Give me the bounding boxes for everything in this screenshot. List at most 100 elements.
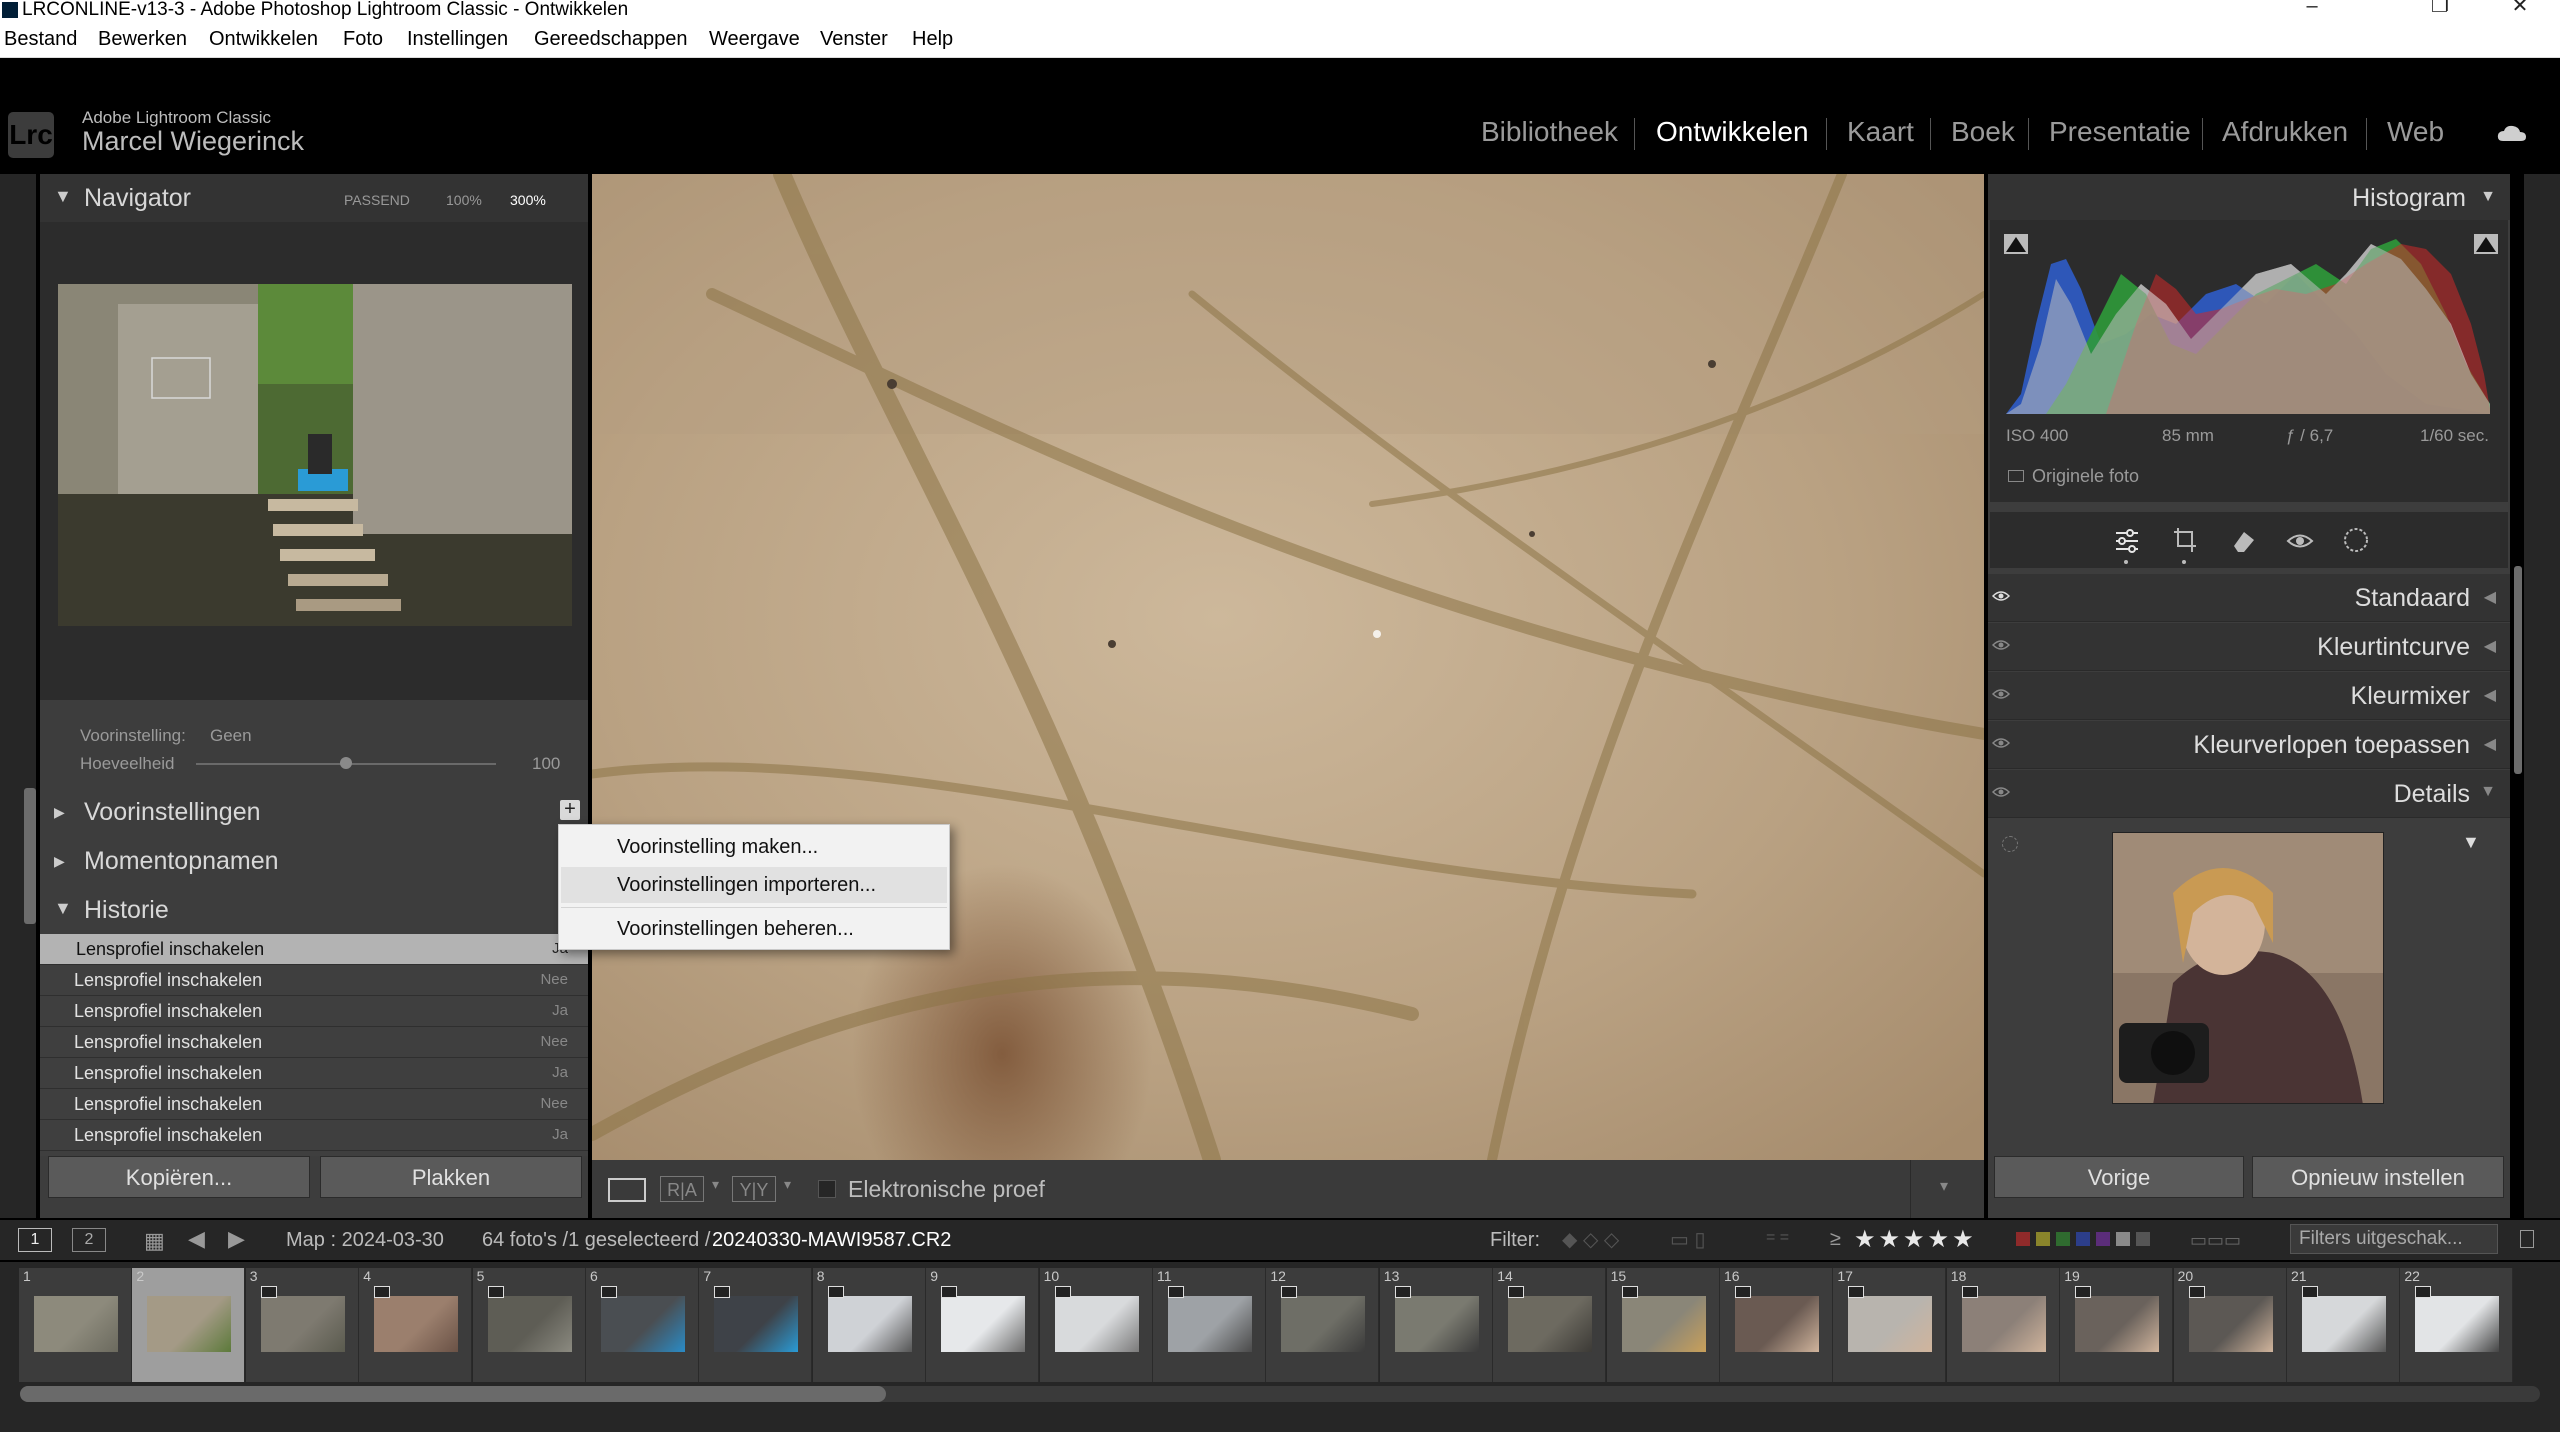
color-label-gray[interactable] [2116, 1232, 2130, 1246]
panel-tone-curve[interactable]: Kleurtintcurve ◀ [1988, 623, 2510, 671]
main-window-button[interactable]: 1 [18, 1228, 52, 1252]
module-kaart[interactable]: Kaart [1847, 116, 1914, 148]
amount-slider-knob[interactable] [340, 757, 352, 769]
filter-preset-select[interactable]: Filters uitgeschak... [2290, 1224, 2498, 1254]
menu-bewerken[interactable]: Bewerken [98, 28, 187, 51]
eye-icon[interactable] [1992, 590, 2010, 602]
history-item[interactable]: Lensprofiel inschakelen Nee [40, 965, 588, 996]
before-after-button[interactable]: R|A [660, 1176, 704, 1202]
left-edge-strip[interactable] [0, 174, 36, 1218]
module-ontwikkelen[interactable]: Ontwikkelen [1656, 116, 1809, 148]
soft-proof-checkbox[interactable] [818, 1180, 836, 1198]
filmstrip-scroll-thumb[interactable] [20, 1386, 886, 1402]
module-afdrukken[interactable]: Afdrukken [2222, 116, 2348, 148]
menu-help[interactable]: Help [912, 28, 953, 51]
forward-arrow-icon[interactable]: ▶ [228, 1226, 245, 1252]
color-label-purple[interactable] [2096, 1232, 2110, 1246]
menu-gereedschappen[interactable]: Gereedschappen [534, 28, 687, 51]
detail-preview[interactable] [2112, 832, 2384, 1104]
filmstrip-thumbnail[interactable]: 21 [2287, 1268, 2400, 1382]
menu-weergave[interactable]: Weergave [709, 28, 800, 51]
navigator-header[interactable]: ▼ Navigator PASSEND 100% 300% [40, 174, 588, 222]
reset-button[interactable]: Opnieuw instellen [2252, 1156, 2504, 1198]
color-label-none[interactable] [2136, 1232, 2150, 1246]
history-item[interactable]: Lensprofiel inschakelen Ja [40, 996, 588, 1027]
menu-item-create-preset[interactable]: Voorinstelling maken... [561, 829, 947, 865]
target-adjust-icon[interactable] [2002, 836, 2018, 852]
filmstrip-thumbnail[interactable]: 9 [926, 1268, 1040, 1382]
color-label-yellow[interactable] [2036, 1232, 2050, 1246]
kind-filter-icons[interactable]: ▭▭▭ [2190, 1230, 2241, 1251]
menu-item-import-presets[interactable]: Voorinstellingen importeren... [561, 867, 947, 903]
zoom-fit-option[interactable]: PASSEND [344, 192, 410, 208]
history-item[interactable]: Lensprofiel inschakelen Nee [40, 1027, 588, 1058]
history-item[interactable]: Lensprofiel inschakelen Nee [40, 1089, 588, 1120]
panel-color-grading[interactable]: Kleurverlopen toepassen ◀ [1988, 721, 2510, 769]
color-label-red[interactable] [2016, 1232, 2030, 1246]
presets-header[interactable]: ▶ Voorinstellingen + [40, 788, 588, 836]
filmstrip-thumbnail[interactable]: 8 [812, 1268, 926, 1382]
flag-filter-icons[interactable]: ◆ ◇ ◇ [1562, 1227, 1619, 1252]
back-arrow-icon[interactable]: ◀ [188, 1226, 205, 1252]
eye-icon[interactable] [1992, 737, 2010, 749]
photo-canvas[interactable] [592, 174, 1984, 1160]
eraser-icon[interactable] [2230, 528, 2256, 554]
dropdown-arrow-icon[interactable]: ▾ [784, 1176, 791, 1193]
history-item[interactable]: Lensprofiel inschakelen Ja [40, 934, 588, 965]
minimize-button[interactable]: – [2292, 0, 2332, 20]
dropdown-arrow-icon[interactable]: ▾ [712, 1176, 719, 1193]
history-item[interactable]: Lensprofiel inschakelen Ja [40, 1120, 588, 1151]
history-item[interactable]: Lensprofiel inschakelen Ja [40, 1058, 588, 1089]
eye-icon[interactable] [1992, 786, 2010, 798]
copy-settings-button[interactable]: Kopiëren... [48, 1156, 310, 1198]
menu-instellingen[interactable]: Instellingen [407, 28, 508, 51]
module-boek[interactable]: Boek [1951, 116, 2015, 148]
filmstrip-source[interactable]: Map : 2024-03-30 [286, 1229, 444, 1252]
snapshots-header[interactable]: ▶ Momentopnamen [40, 837, 588, 885]
zoom-100-option[interactable]: 100% [446, 192, 482, 208]
filmstrip-thumbnail[interactable]: 17 [1833, 1268, 1947, 1382]
masking-icon[interactable] [2342, 526, 2370, 554]
rating-operator[interactable]: ≥ [1830, 1228, 1841, 1251]
filmstrip-filename[interactable]: 20240330-MAWI9587.CR2 [712, 1229, 951, 1252]
filmstrip-thumbnail[interactable]: 20 [2173, 1268, 2287, 1382]
module-web[interactable]: Web [2387, 116, 2444, 148]
color-label-green[interactable] [2056, 1232, 2070, 1246]
eye-icon[interactable] [1992, 688, 2010, 700]
filmstrip-thumbnail[interactable]: 4 [359, 1268, 473, 1382]
paste-settings-button[interactable]: Plakken [320, 1156, 582, 1198]
filmstrip-thumbnail[interactable]: 11 [1153, 1268, 1266, 1382]
filmstrip-thumbnail[interactable]: 6 [586, 1268, 699, 1382]
grid-view-icon[interactable]: ▦ [144, 1228, 165, 1254]
red-eye-icon[interactable] [2286, 528, 2314, 554]
cloud-sync-icon[interactable] [2497, 124, 2527, 142]
close-button[interactable]: ✕ [2500, 0, 2540, 20]
filmstrip-thumbnail[interactable]: 18 [1946, 1268, 2060, 1382]
right-edge-strip[interactable] [2524, 174, 2560, 1218]
menu-item-manage-presets[interactable]: Voorinstellingen beheren... [561, 911, 947, 947]
second-window-button[interactable]: 2 [72, 1228, 106, 1252]
filmstrip-thumbnail[interactable]: 13 [1379, 1268, 1493, 1382]
filmstrip-thumbnail[interactable]: 12 [1266, 1268, 1380, 1382]
filmstrip-thumbnail[interactable]: 16 [1720, 1268, 1833, 1382]
highlight-clipping-icon[interactable] [2474, 234, 2498, 254]
navigator-preview[interactable] [58, 284, 572, 626]
filmstrip-thumbnail[interactable]: 14 [1493, 1268, 1607, 1382]
filmstrip-thumbnail[interactable]: 3 [245, 1268, 359, 1382]
module-presentatie[interactable]: Presentatie [2049, 116, 2191, 148]
maximize-button[interactable]: ❐ [2420, 0, 2460, 20]
compare-yy-button[interactable]: Y|Y [732, 1176, 776, 1202]
histogram-header[interactable]: Histogram ▼ [1988, 174, 2510, 220]
history-header[interactable]: ▼ Historie [40, 886, 588, 934]
edit-sliders-icon[interactable] [2114, 528, 2140, 554]
filmstrip-thumbnail[interactable]: 7 [699, 1268, 813, 1382]
add-preset-button[interactable]: + [560, 799, 580, 820]
zoom-300-option[interactable]: 300% [510, 192, 546, 208]
filmstrip-thumbnail[interactable]: 22 [2400, 1268, 2514, 1382]
preview-toggle-triangle-icon[interactable]: ▼ [2462, 832, 2480, 853]
filmstrip-thumbnail[interactable]: 2 [132, 1268, 246, 1382]
right-panel-scrollbar[interactable] [2514, 566, 2522, 774]
shadow-clipping-icon[interactable] [2004, 234, 2028, 254]
eye-icon[interactable] [1992, 639, 2010, 651]
menu-ontwikkelen[interactable]: Ontwikkelen [209, 28, 318, 51]
